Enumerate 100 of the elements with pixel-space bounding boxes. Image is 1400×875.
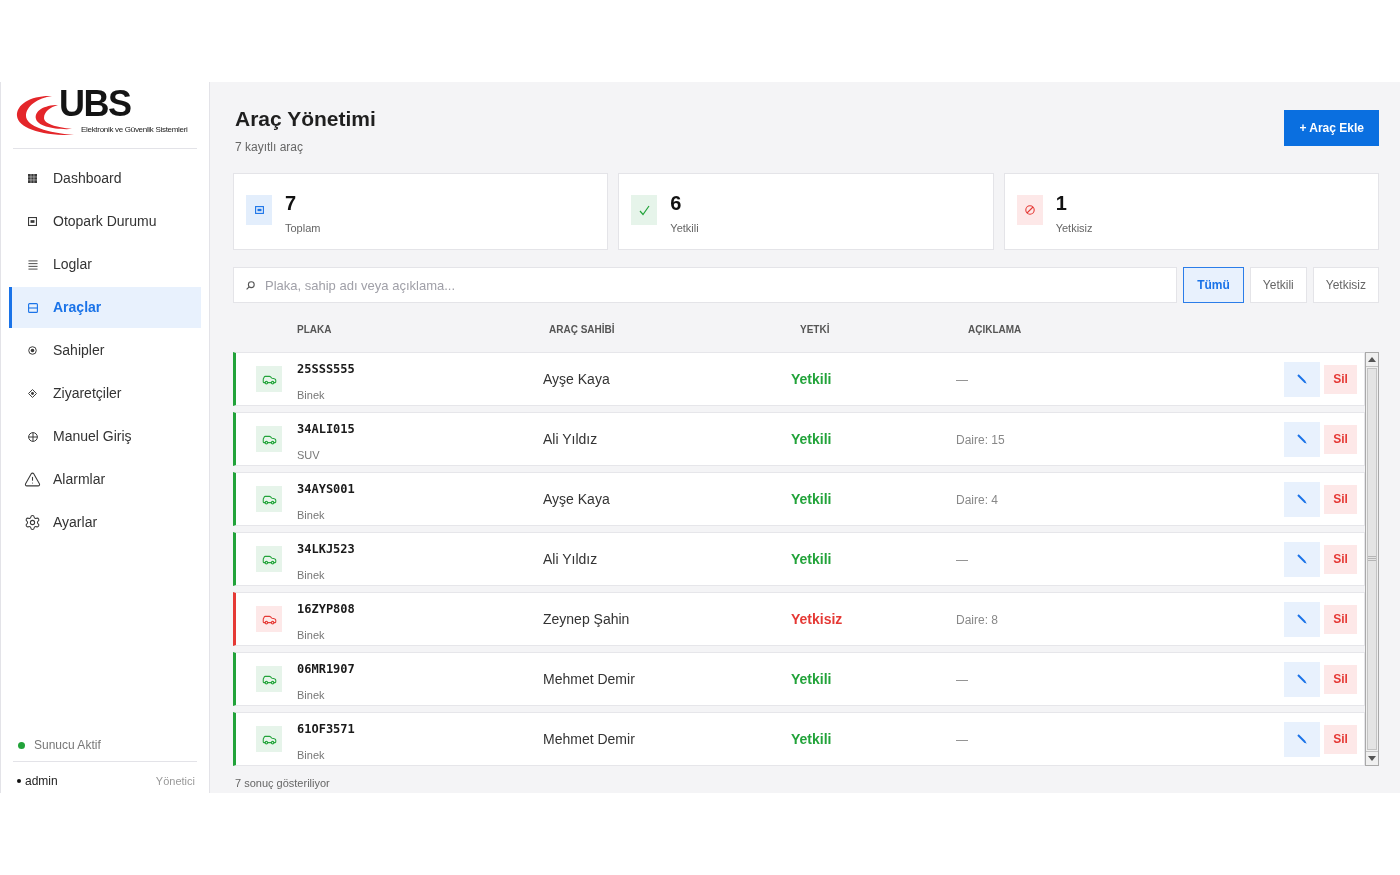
plate-text: 16ZYP808 [297, 601, 355, 617]
square-icon [28, 217, 37, 226]
delete-button[interactable]: Sil [1324, 364, 1357, 394]
permission-text: Yetkili [791, 431, 832, 447]
pencil-icon [1297, 374, 1307, 384]
scrollbar[interactable] [1365, 352, 1379, 766]
nav-item[interactable]: Sahipler [9, 330, 201, 371]
lines-icon [27, 259, 38, 270]
user-name: admin [25, 773, 58, 789]
permission-text: Yetkili [791, 491, 832, 507]
scrollbar-thumb[interactable] [1367, 368, 1377, 750]
owner-text: Ali Yıldız [543, 551, 598, 567]
edit-button[interactable] [1284, 481, 1320, 517]
permission-text: Yetkisiz [791, 611, 843, 627]
grid-icon [28, 174, 37, 183]
plate-text: 34ALI015 [297, 421, 355, 437]
logo-text: UBS [59, 83, 131, 125]
column-header: ARAÇ SAHİBİ [549, 323, 615, 335]
prohibited-icon [1016, 195, 1043, 225]
vehicle-type-text: Binek [297, 688, 325, 702]
permission-text: Yetkili [791, 671, 832, 687]
search-icon [246, 281, 255, 290]
owner-text: Mehmet Demir [543, 671, 635, 687]
diamond-icon [28, 389, 37, 398]
user-role: Yönetici [155, 774, 196, 789]
permission-text: Yetkili [791, 371, 832, 387]
pencil-icon [1297, 734, 1307, 744]
car-icon [256, 426, 282, 452]
car-icon [256, 546, 282, 572]
scroll-down-arrow-icon[interactable] [1368, 756, 1376, 761]
note-text: — [956, 553, 968, 567]
pencil-icon [1297, 554, 1307, 564]
nav-item[interactable]: Loglar [9, 244, 201, 285]
pencil-icon [1297, 494, 1307, 504]
edit-button[interactable] [1284, 361, 1320, 397]
edit-button[interactable] [1284, 541, 1320, 577]
permission-text: Yetkili [791, 551, 832, 567]
nav-item[interactable]: Araçlar [9, 287, 201, 328]
nav-item[interactable]: Otopark Durumu [9, 201, 201, 242]
filter-tab[interactable]: Tümü [1183, 267, 1244, 303]
stat-label: Yetkili [670, 221, 699, 235]
nav-item[interactable]: Alarmlar [9, 459, 201, 500]
pencil-icon [1297, 614, 1307, 624]
nav-item[interactable]: Manuel Giriş [9, 416, 201, 457]
owner-text: Ali Yıldız [543, 431, 598, 447]
edit-button[interactable] [1284, 661, 1320, 697]
car-icon [256, 366, 282, 392]
delete-button[interactable]: Sil [1324, 544, 1357, 574]
permission-text: Yetkili [791, 731, 832, 747]
delete-button[interactable]: Sil [1324, 424, 1357, 454]
page-title: Araç Yönetimi [235, 106, 376, 132]
edit-button[interactable] [1284, 421, 1320, 457]
delete-button[interactable]: Sil [1324, 724, 1357, 754]
column-header: AÇIKLAMA [968, 323, 1022, 335]
owner-text: Ayşe Kaya [543, 491, 610, 507]
vehicle-type-text: SUV [297, 448, 320, 462]
plate-text: 61OF3571 [297, 721, 355, 737]
vehicle-type-text: Binek [297, 748, 325, 762]
nav-item[interactable]: Dashboard [9, 158, 201, 199]
stat-value: 6 [670, 191, 682, 215]
search-field[interactable]: Plaka, sahip adı veya açıklama... [233, 267, 1178, 303]
result-count-text: 7 sonuç gösteriliyor [235, 776, 330, 790]
vehicle-type-text: Binek [297, 388, 325, 402]
column-header: PLAKA [297, 323, 332, 335]
vehicle-type-text: Binek [297, 508, 325, 522]
scroll-up-arrow-icon[interactable] [1368, 357, 1376, 362]
filter-tab[interactable]: Yetkisiz [1312, 267, 1379, 303]
vehicle-type-text: Binek [297, 628, 325, 642]
plate-text: 25SSS555 [297, 361, 355, 377]
owner-text: Mehmet Demir [543, 731, 635, 747]
delete-button[interactable]: Sil [1324, 604, 1357, 634]
column-header: YETKİ [800, 323, 830, 335]
server-status-text: Sunucu Aktif [34, 737, 101, 753]
square-icon [246, 195, 272, 225]
owner-text: Zeynep Şahin [543, 611, 630, 627]
car-icon [256, 606, 282, 632]
edit-button[interactable] [1284, 601, 1320, 637]
add-vehicle-button[interactable]: + Araç Ekle [1284, 110, 1379, 146]
check-icon [631, 195, 658, 225]
stat-label: Yetkisiz [1055, 221, 1093, 235]
note-text: — [956, 733, 968, 747]
delete-button[interactable]: Sil [1324, 484, 1357, 514]
circle-plus-icon [27, 431, 38, 442]
filter-tab[interactable]: Yetkili [1249, 267, 1307, 303]
plate-text: 34LKJ523 [297, 541, 355, 557]
pencil-icon [1297, 674, 1307, 684]
stat-label: Toplam [285, 221, 321, 235]
plate-text: 06MR1907 [297, 661, 355, 677]
edit-button[interactable] [1284, 721, 1320, 757]
nav-item[interactable]: Ziyaretçiler [9, 373, 201, 414]
settings-icon [24, 514, 41, 531]
circle-dot-icon [28, 346, 37, 355]
note-text: Daire: 15 [956, 433, 1005, 447]
logo-tagline: Elektronik ve Güvenlik Sistemleri [81, 125, 188, 135]
note-text: Daire: 4 [956, 493, 999, 507]
page-subtitle: 7 kayıtlı araç [235, 139, 304, 155]
pencil-icon [1297, 434, 1307, 444]
delete-button[interactable]: Sil [1324, 664, 1357, 694]
boxed-minus-icon [27, 302, 38, 313]
nav-item[interactable]: Ayarlar [9, 502, 201, 543]
